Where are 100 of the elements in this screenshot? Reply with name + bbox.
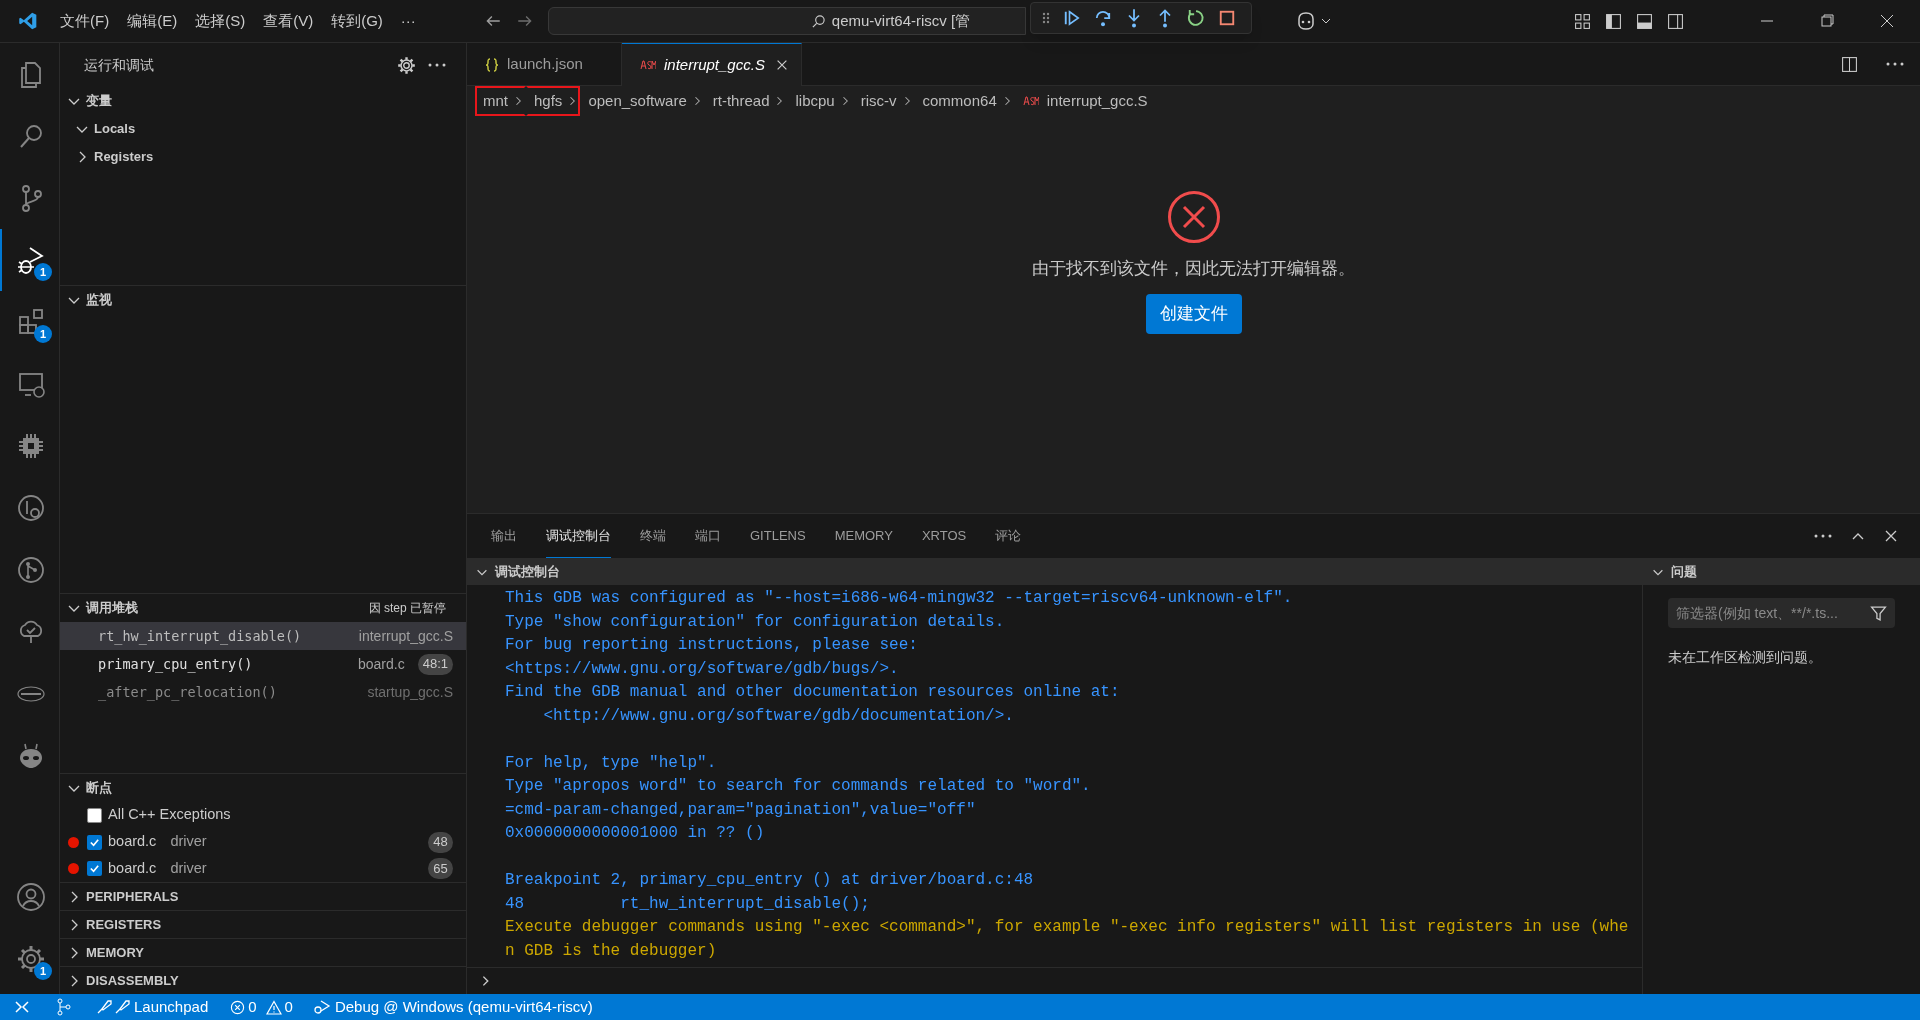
line-badge: 48:1 xyxy=(417,653,453,675)
section-header[interactable]: 监视 xyxy=(86,290,112,310)
console-line: Type "apropos word" to search for commands related to "word". xyxy=(505,776,1092,797)
function-name: primary_cpu_entry() xyxy=(98,654,253,675)
command-center[interactable]: qemu-virt64-riscv [管 xyxy=(547,7,1026,35)
split-editor-icon[interactable] xyxy=(1841,55,1858,73)
drag-handle-icon[interactable] xyxy=(1041,10,1051,26)
menu-item[interactable]: 文件(F) xyxy=(52,9,118,33)
branch-icon[interactable] xyxy=(56,998,72,1016)
breakpoint-folder: driver xyxy=(170,832,207,852)
function-name: rt_hw_interrupt_disable() xyxy=(98,626,302,647)
file-name: startup_gcc.S xyxy=(367,682,453,702)
console-line: For bug reporting instructions, please see: xyxy=(505,635,919,656)
breakpoint-label: board.c xyxy=(108,832,157,852)
search-icon xyxy=(810,13,826,29)
tree-item[interactable]: Locals xyxy=(94,119,136,139)
remote-icon[interactable] xyxy=(14,999,30,1015)
section-header[interactable]: MEMORY xyxy=(86,942,145,963)
console-line: <https://www.gnu.org/software/gdb/bugs/>. xyxy=(505,658,900,680)
tree-item[interactable]: Registers xyxy=(94,147,154,167)
problems-status[interactable]: 0 0 xyxy=(230,995,293,1019)
error-message: 由于找不到该文件，因此无法打开编辑器。 xyxy=(1032,258,1355,280)
restart-icon[interactable] xyxy=(1186,8,1206,28)
section-header[interactable]: REGISTERS xyxy=(86,914,162,935)
continue-icon[interactable] xyxy=(1062,8,1082,28)
function-name: _after_pc_relocation() xyxy=(98,682,277,703)
breadcrumb-item[interactable]: open_software xyxy=(580,86,705,116)
breadcrumb-item[interactable]: rt-thread xyxy=(704,86,788,116)
breadcrumb-item[interactable]: hgfs xyxy=(526,86,581,116)
panel-tab[interactable]: MEMORY xyxy=(834,514,893,558)
menu-item[interactable]: ··· xyxy=(392,9,424,33)
checkbox[interactable] xyxy=(87,861,102,877)
breadcrumb-item[interactable]: risc-v xyxy=(852,86,915,116)
asm-file-icon xyxy=(640,60,656,70)
filter-field[interactable]: 筛选器(例如 text、**/*.ts... xyxy=(1668,598,1895,628)
stack-frame[interactable]: primary_cpu_entry() board.c 48:1 xyxy=(60,650,466,678)
section-header[interactable]: 变量 xyxy=(86,91,112,111)
launchpad-button[interactable]: Launchpad xyxy=(96,995,209,1019)
settings-icon[interactable] xyxy=(397,55,416,75)
menu-item[interactable]: 转到(G) xyxy=(323,9,391,33)
panel-tab[interactable]: 输出 xyxy=(491,514,517,558)
stop-icon[interactable] xyxy=(1217,8,1237,28)
panel-tab[interactable]: 评论 xyxy=(995,514,1022,558)
breakpoint-label: board.c xyxy=(108,858,157,878)
checkbox[interactable] xyxy=(87,807,102,823)
notification-badge: 1 xyxy=(34,962,52,980)
customize-layout-icon[interactable] xyxy=(1574,12,1591,30)
breakpoint-label: All C++ Exceptions xyxy=(108,805,231,825)
toggle-sidebar-icon[interactable] xyxy=(1605,12,1622,30)
panel-tab[interactable]: 终端 xyxy=(640,514,666,558)
line-badge: 65 xyxy=(428,858,453,880)
menu-item[interactable]: 编辑(E) xyxy=(119,9,186,33)
graph-circle-icon[interactable] xyxy=(15,555,46,585)
section-header[interactable]: 断点 xyxy=(86,778,112,798)
more-actions-icon[interactable] xyxy=(428,63,446,67)
breadcrumb-item[interactable]: libcpu xyxy=(787,86,853,116)
error-icon xyxy=(230,999,246,1015)
section-header[interactable]: 调用堆栈 xyxy=(86,598,138,618)
console-line: 48 rt_hw_interrupt_disable(); xyxy=(505,893,871,915)
settings-icon[interactable] xyxy=(15,944,46,974)
breadcrumb-item[interactable]: interrupt_gcc.S xyxy=(1014,86,1150,116)
more-actions-icon[interactable] xyxy=(1886,62,1904,66)
console-line: Find the GDB manual and other documentation resources online at: xyxy=(505,682,1121,703)
check-icon xyxy=(89,836,100,848)
account-icon[interactable] xyxy=(15,882,46,912)
debug-status-button[interactable]: Debug @ Windows (qemu-virt64-riscv) xyxy=(312,995,593,1019)
stack-frame[interactable]: rt_hw_interrupt_disable() interrupt_gcc.S xyxy=(60,622,466,650)
run-debug-icon[interactable] xyxy=(15,245,46,275)
panel-tab[interactable]: XRTOS xyxy=(921,514,967,558)
notification-badge: 1 xyxy=(34,263,52,281)
section-header[interactable]: PERIPHERALS xyxy=(86,886,179,907)
breadcrumb-item[interactable]: mnt xyxy=(475,86,526,116)
braces-icon xyxy=(485,57,499,72)
section-header[interactable]: DISASSEMBLY xyxy=(86,970,179,991)
console-line: <http://www.gnu.org/software/gdb/documentation/>. xyxy=(542,705,1015,727)
create-file-button[interactable]: 创建文件 xyxy=(1145,293,1242,334)
toggle-secondary-sidebar-icon[interactable] xyxy=(1667,12,1684,30)
checkbox[interactable] xyxy=(87,834,102,850)
editor-tab[interactable]: interrupt_gcc.S xyxy=(622,43,802,86)
filter-icon[interactable] xyxy=(1870,604,1887,622)
chevron-down-icon[interactable] xyxy=(1320,16,1331,26)
panel-tab[interactable]: 端口 xyxy=(695,514,721,558)
magnifier-circle-icon[interactable] xyxy=(15,493,46,523)
breadcrumb-item[interactable]: common64 xyxy=(914,86,1015,116)
stack-frame[interactable]: _after_pc_relocation() startup_gcc.S xyxy=(60,678,466,706)
more-actions-icon[interactable] xyxy=(1814,534,1832,538)
section-header[interactable]: 调试控制台 xyxy=(495,561,560,582)
menu-item[interactable]: 查看(V) xyxy=(255,9,322,33)
status-label: 因 step 已暂停 xyxy=(368,600,446,617)
panel-tab[interactable]: GITLENS xyxy=(750,514,806,558)
console-line: 0x0000000000001000 in ?? () xyxy=(505,823,766,844)
step-over-icon[interactable] xyxy=(1093,8,1113,28)
close-icon[interactable] xyxy=(1883,528,1899,544)
console-line: Execute debugger commands using "-exec <command>", for example "-exec info registers" will list registers in use (when GDB is the debugger) xyxy=(505,917,1629,962)
menu-item[interactable]: 选择(S) xyxy=(187,9,254,33)
toggle-panel-icon[interactable] xyxy=(1636,12,1653,30)
asm-file-icon xyxy=(1022,96,1039,106)
console-line: This GDB was configured as "--host=i686-w64-mingw32 --target=riscv64-unknown-elf". xyxy=(505,588,1294,609)
section-header[interactable]: 问题 xyxy=(1671,561,1697,582)
check-icon xyxy=(89,863,100,875)
